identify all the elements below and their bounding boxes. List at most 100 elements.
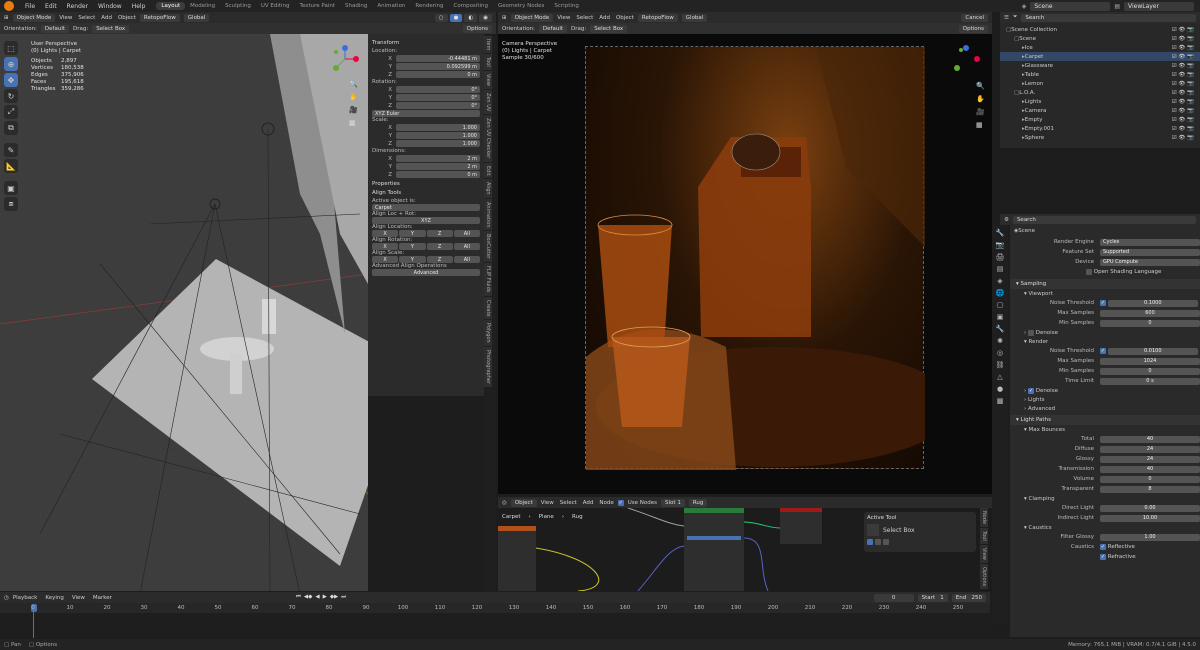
- node-tab-options[interactable]: Options: [980, 563, 988, 589]
- drag-select[interactable]: Select Box: [92, 24, 130, 33]
- tab-rendering[interactable]: Rendering: [410, 2, 448, 10]
- r-max-field[interactable]: 1024: [1100, 357, 1200, 365]
- cursor-icon[interactable]: ⊕: [4, 57, 18, 71]
- vp-denoise-checkbox[interactable]: [1027, 329, 1034, 336]
- menu-window[interactable]: Window: [93, 3, 127, 10]
- render-viewport[interactable]: Camera Perspective (0) Lights | Carpet S…: [498, 34, 992, 494]
- jump-end-icon[interactable]: ⏭: [341, 594, 346, 601]
- editor-type-icon-2[interactable]: ⊞: [502, 15, 507, 21]
- vp3d-menu-add[interactable]: Add: [101, 15, 112, 21]
- outliner-editor-icon[interactable]: ☰: [1004, 15, 1009, 21]
- sampling-section[interactable]: ▾ Sampling: [1010, 279, 1200, 289]
- retopoflow-button-2[interactable]: RetopoFlow: [637, 13, 678, 22]
- npanel-tab-view[interactable]: View: [484, 71, 492, 89]
- outliner-row[interactable]: ▢ Scene Collection ☑ 👁 📷: [1000, 25, 1200, 34]
- npanel-tab-item[interactable]: Item: [484, 36, 492, 54]
- loc-z-field[interactable]: 0 m: [396, 71, 480, 78]
- node-menu-add[interactable]: Add: [583, 500, 594, 506]
- outliner-row[interactable]: ▸ Lights ☑ 👁 📷: [1000, 97, 1200, 106]
- tab-scripting[interactable]: Scripting: [549, 2, 583, 10]
- editor-type-icon-3[interactable]: ◎: [502, 500, 507, 506]
- pan-hand-icon-2[interactable]: ✋: [976, 95, 985, 103]
- mode-new-icon[interactable]: [867, 539, 873, 545]
- move-icon[interactable]: ✥: [4, 73, 18, 87]
- bounce-transparent-field[interactable]: 8: [1100, 485, 1200, 493]
- light-paths-section[interactable]: ▾ Light Paths: [1010, 415, 1200, 425]
- view-layer-selector[interactable]: ViewLayer: [1124, 1, 1194, 11]
- menu-file[interactable]: File: [20, 3, 40, 10]
- camera-view-icon[interactable]: 🎥: [349, 106, 358, 114]
- start-frame-field[interactable]: Start 1: [917, 593, 948, 602]
- options-button-2[interactable]: Options: [958, 24, 988, 33]
- 3d-viewport[interactable]: ⬚ ⊕ ✥ ↻ ⤢ ⧉ ✎ 📐 ▣ ⧈ User Perspective (0)…: [0, 34, 368, 591]
- bounce-total-field[interactable]: 40: [1100, 435, 1200, 443]
- timeline-editor-icon[interactable]: ◷: [4, 595, 9, 601]
- device-select[interactable]: GPU Compute: [1100, 258, 1200, 266]
- outliner-row[interactable]: ▢ L.O.A. ☑ 👁 📷: [1000, 88, 1200, 97]
- scl-y-field[interactable]: 1.000: [396, 132, 480, 139]
- orientation-select[interactable]: Default: [40, 24, 70, 33]
- tab-shading[interactable]: Shading: [340, 2, 372, 10]
- transform-header[interactable]: Transform: [372, 40, 480, 46]
- grid-icon-2[interactable]: ▦: [976, 121, 985, 129]
- camera-view-icon-2[interactable]: 🎥: [976, 108, 985, 116]
- osl-checkbox[interactable]: [1086, 269, 1092, 275]
- vpr-menu-add[interactable]: Add: [599, 15, 610, 21]
- npanel-tab-tool[interactable]: Tool: [484, 54, 492, 71]
- bounce-volume-field[interactable]: 0: [1100, 475, 1200, 483]
- align-y-button[interactable]: Y: [399, 243, 426, 250]
- npanel-tab-create[interactable]: Create: [484, 296, 492, 320]
- align-tools-header[interactable]: Align Tools: [372, 190, 480, 196]
- direct-light-field[interactable]: 0.00: [1100, 504, 1200, 512]
- vpr-menu-object[interactable]: Object: [616, 15, 634, 21]
- tab-sculpting[interactable]: Sculpting: [220, 2, 256, 10]
- outliner-row[interactable]: ▸ Empty.001 ☑ 👁 📷: [1000, 124, 1200, 133]
- align-x-button[interactable]: X: [372, 256, 399, 263]
- menu-render[interactable]: Render: [62, 3, 93, 10]
- npanel-tab-polygon[interactable]: Polygon: [484, 320, 492, 346]
- orientation-select-2[interactable]: Default: [538, 24, 568, 33]
- reflective-checkbox[interactable]: ✓: [1100, 544, 1106, 550]
- advanced-button[interactable]: Advanced: [372, 269, 480, 276]
- r-denoise-subsection[interactable]: › ✓ Denoise: [1010, 386, 1200, 395]
- loc-y-field[interactable]: 0.092599 m: [396, 63, 480, 70]
- use-nodes-checkbox[interactable]: ✓: [617, 499, 624, 506]
- select-box-tool-icon[interactable]: [867, 524, 879, 536]
- align-all-button[interactable]: All: [453, 230, 480, 237]
- tab-geometry-nodes[interactable]: Geometry Nodes: [493, 2, 549, 10]
- outliner-row[interactable]: ▸ Carpet ☑ 👁 📷: [1000, 52, 1200, 61]
- zoom-icon[interactable]: 🔍: [349, 80, 358, 88]
- align-all-button[interactable]: All: [453, 256, 480, 263]
- render-navigation-gizmo[interactable]: [951, 44, 981, 74]
- filter-icon[interactable]: ⏷: [1013, 14, 1017, 21]
- play-back-icon[interactable]: ◀: [315, 594, 319, 601]
- clamping-subsection[interactable]: ▾ Clamping: [1010, 494, 1200, 503]
- jump-start-icon[interactable]: ⏮: [296, 594, 301, 601]
- r-min-field[interactable]: 0: [1100, 367, 1200, 375]
- tab-texture-paint[interactable]: Texture Paint: [295, 2, 341, 10]
- render-engine-select[interactable]: Cycles: [1100, 238, 1200, 246]
- timeline-menu-view[interactable]: View: [72, 595, 85, 601]
- mode-extend-icon[interactable]: [875, 539, 881, 545]
- tab-compositing[interactable]: Compositing: [449, 2, 493, 10]
- r-noise-field[interactable]: 0.0100: [1107, 347, 1198, 355]
- slot-select[interactable]: Slot 1: [661, 498, 685, 507]
- cancel-render-button[interactable]: Cancel: [961, 13, 988, 22]
- outliner-row[interactable]: ▸ Empty ☑ 👁 📷: [1000, 115, 1200, 124]
- next-key-icon[interactable]: ◆▶: [330, 594, 338, 601]
- filter-glossy-field[interactable]: 1.00: [1100, 533, 1200, 541]
- node-menu-node[interactable]: Node: [599, 500, 613, 506]
- timeline-track[interactable]: 0 10 20 30 40 50 60 70 80 90 100 110 120 130 140 150 160…: [0, 603, 990, 638]
- shader-type-select[interactable]: Object: [510, 498, 537, 507]
- shading-render-icon[interactable]: ◉: [479, 13, 492, 22]
- tab-uv-editing[interactable]: UV Editing: [256, 2, 295, 10]
- tab-layout[interactable]: Layout: [156, 2, 186, 10]
- vpr-menu-select[interactable]: Select: [576, 15, 593, 21]
- vp-max-field[interactable]: 600: [1100, 309, 1200, 317]
- constraints-tab-icon[interactable]: ⛓: [996, 361, 1005, 369]
- drag-select-2[interactable]: Select Box: [590, 24, 628, 33]
- align-x-button[interactable]: X: [372, 243, 399, 250]
- vp3d-menu-object[interactable]: Object: [118, 15, 136, 21]
- indirect-light-field[interactable]: 10.00: [1100, 514, 1200, 522]
- add-cube-icon[interactable]: ▣: [4, 181, 18, 195]
